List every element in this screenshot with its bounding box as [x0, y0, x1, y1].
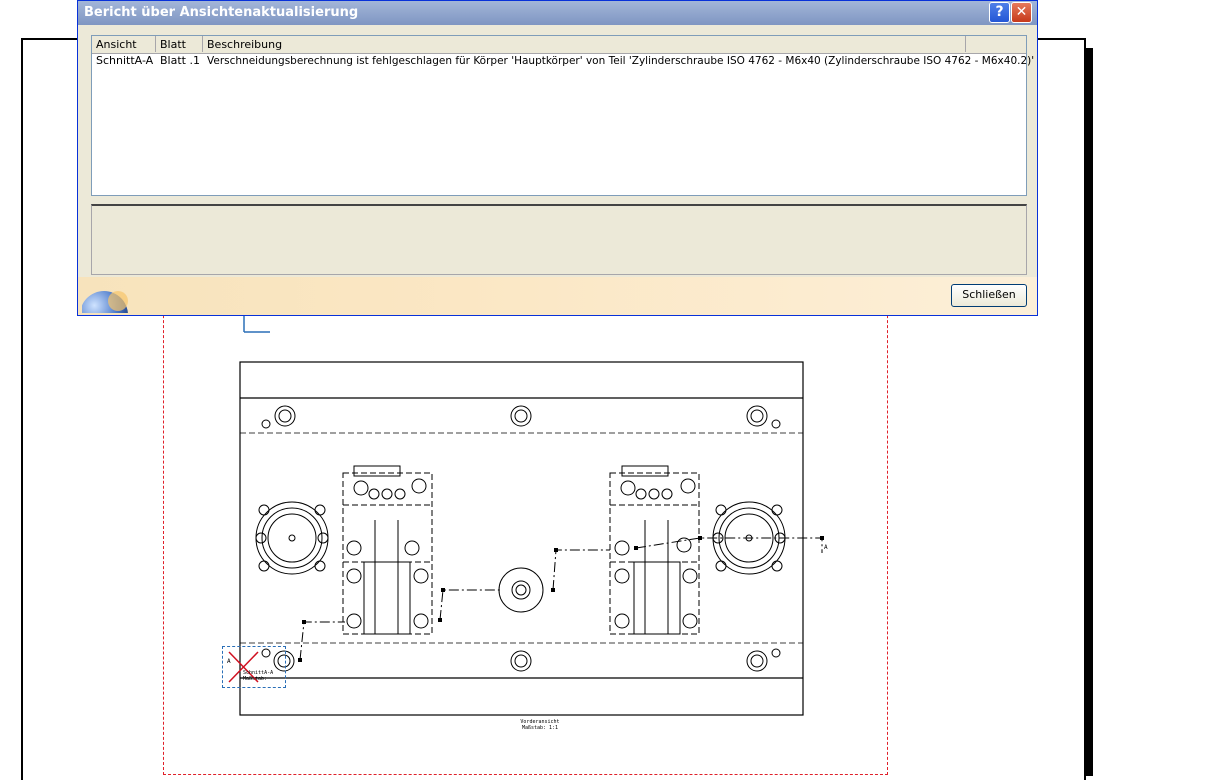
schliessen-button[interactable]: Schließen — [951, 284, 1027, 307]
cell-ansicht: SchnittA-A — [96, 54, 154, 67]
app-logo-icon — [82, 291, 128, 313]
update-report-dialog: Bericht über Ansichtenaktualisierung ? ✕… — [77, 0, 1038, 316]
view-frame[interactable] — [163, 300, 888, 775]
column-header-blatt[interactable]: Blatt — [156, 36, 203, 52]
dialog-title: Bericht über Ansichtenaktualisierung — [84, 5, 359, 20]
column-header-ansicht[interactable]: Ansicht — [92, 36, 156, 52]
close-icon[interactable]: ✕ — [1011, 2, 1032, 23]
report-list[interactable]: Ansicht Blatt Beschreibung SchnittA-A Bl… — [91, 35, 1034, 196]
dialog-titlebar[interactable]: Bericht über Ansichtenaktualisierung — [78, 1, 1037, 25]
column-header-beschreibung[interactable]: Beschreibung — [203, 36, 966, 52]
detail-panel — [91, 204, 1027, 275]
help-button[interactable]: ? — [989, 2, 1010, 23]
section-label: SchnittA-A Maßstab: — [243, 670, 273, 682]
section-marker-left: A — [227, 658, 231, 665]
cell-beschreibung: Verschneidungsberechnung ist fehlgeschla… — [207, 55, 1035, 67]
cell-blatt: Blatt .1 — [160, 54, 200, 67]
section-marker-right: A — [824, 544, 828, 551]
column-header-filler — [966, 36, 1026, 52]
section-label-scale: Maßstab: — [243, 676, 268, 682]
view-caption: Vorderansicht Maßstab: 1:1 — [490, 719, 590, 731]
list-header: Ansicht Blatt Beschreibung — [92, 36, 1026, 54]
view-caption-scale: Maßstab: 1:1 — [521, 725, 559, 731]
list-item[interactable]: SchnittA-A Blatt .1 Verschneidungsberech… — [92, 54, 1034, 68]
dialog-footer — [78, 277, 1037, 315]
